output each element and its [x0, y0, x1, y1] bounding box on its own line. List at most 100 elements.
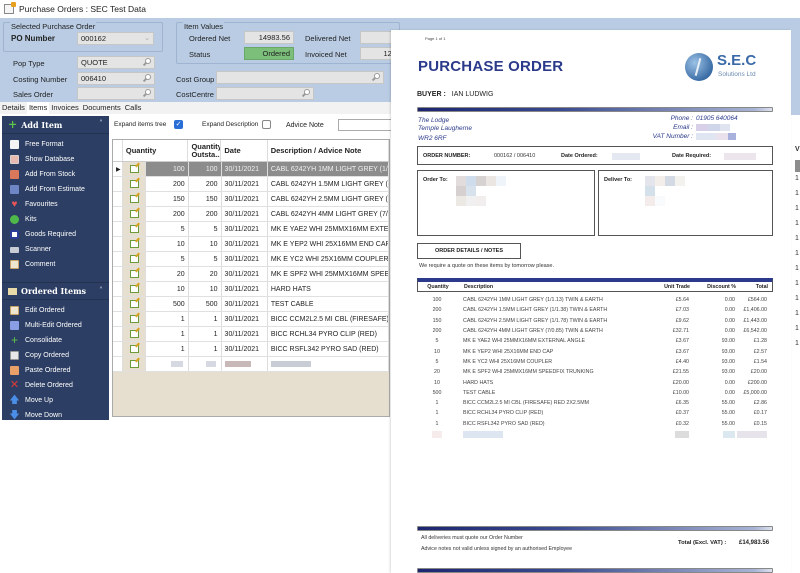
cell-outstanding[interactable] — [189, 357, 222, 371]
costing-number-field[interactable]: 006410 — [77, 72, 155, 85]
sidebar-item-goods-required[interactable]: Goods Required — [2, 227, 109, 242]
cell-description[interactable] — [268, 357, 389, 371]
sidebar-item-edit-ordered[interactable]: Edit Ordered — [2, 303, 109, 318]
edit-item-icon[interactable] — [129, 330, 139, 338]
edit-item-icon[interactable] — [129, 255, 139, 263]
cell-description[interactable]: MK E SPF2 WHI 25MMX16MM SPEEDF — [268, 267, 389, 281]
collapse-icon[interactable]: ˄ — [99, 286, 103, 295]
cell-outstanding[interactable]: 1 — [189, 327, 222, 341]
cell-quantity[interactable]: 1 — [146, 327, 189, 341]
cell-quantity[interactable]: 20 — [146, 267, 189, 281]
tree-node[interactable] — [122, 252, 147, 266]
cell-description[interactable]: MK E YC2 WHI 25X16MM COUPLER — [268, 252, 389, 266]
table-row[interactable]: 200 200 30/11/2021 CABL 6242YH 4MM LIGHT GR… — [113, 207, 389, 222]
column-header-description[interactable]: Description / Advice Note — [268, 140, 389, 161]
table-row[interactable]: 1 1 30/11/2021 BICC CCM2L2.5 MI CBL (FIRESA… — [113, 312, 389, 327]
edit-item-icon[interactable] — [129, 195, 139, 203]
sidebar-item-comment[interactable]: Comment — [2, 257, 109, 272]
cell-outstanding[interactable]: 100 — [189, 162, 222, 176]
tree-node[interactable] — [122, 357, 147, 371]
cell-date[interactable]: 30/11/2021 — [222, 267, 268, 281]
sidebar-item-kits[interactable]: Kits — [2, 212, 109, 227]
edit-item-icon[interactable] — [129, 315, 139, 323]
column-header-quantity[interactable]: Quantity — [123, 140, 189, 161]
cell-description[interactable]: MK E YEP2 WHI 25X16MM END CAP — [268, 237, 389, 251]
table-row[interactable]: 5 5 30/11/2021 MK E YC2 WHI 25X16MM COUPLER — [113, 252, 389, 267]
tab-details[interactable]: Details — [0, 102, 27, 114]
cell-date[interactable]: 30/11/2021 — [222, 252, 268, 266]
cell-outstanding[interactable]: 150 — [189, 192, 222, 206]
tree-node[interactable] — [122, 177, 147, 191]
sidebar-item-free-format[interactable]: Free Format — [2, 137, 109, 152]
table-row[interactable]: 1 1 30/11/2021 BICC RSFL342 PYRO SAD (RED) — [113, 342, 389, 357]
table-row[interactable]: 20 20 30/11/2021 MK E SPF2 WHI 25MMX16MM SP… — [113, 267, 389, 282]
table-row[interactable]: ▶ 100 100 30/11/2021 CABL 6242YH 1MM LIGHT G… — [113, 162, 389, 177]
search-icon[interactable] — [142, 74, 152, 83]
sidebar-item-move-down[interactable]: 🡇 Move Down — [2, 408, 109, 423]
cell-date[interactable] — [222, 357, 268, 371]
table-row[interactable]: 1 1 30/11/2021 BICC RCHL34 PYRO CLIP (RED) — [113, 327, 389, 342]
cell-outstanding[interactable]: 200 — [189, 177, 222, 191]
sales-order-field[interactable] — [77, 87, 155, 100]
edit-item-icon[interactable] — [129, 180, 139, 188]
cell-outstanding[interactable]: 5 — [189, 222, 222, 236]
cell-quantity[interactable]: 200 — [146, 177, 189, 191]
cost-centre-field[interactable] — [216, 87, 314, 100]
cell-quantity[interactable]: 10 — [146, 237, 189, 251]
table-row[interactable]: 500 500 30/11/2021 TEST CABLE — [113, 297, 389, 312]
cell-outstanding[interactable]: 20 — [189, 267, 222, 281]
edit-item-icon[interactable] — [129, 165, 139, 173]
cell-quantity[interactable]: 500 — [146, 297, 189, 311]
cell-outstanding[interactable]: 1 — [189, 312, 222, 326]
cell-description[interactable]: MK E YAE2 WHI 25MMX16MM EXTERN — [268, 222, 389, 236]
cell-quantity[interactable]: 1 — [146, 342, 189, 356]
cell-date[interactable]: 30/11/2021 — [222, 282, 268, 296]
sidebar-item-copy-ordered[interactable]: Copy Ordered — [2, 348, 109, 363]
cell-date[interactable]: 30/11/2021 — [222, 207, 268, 221]
sidebar-item-move-up[interactable]: 🡅 Move Up — [2, 393, 109, 408]
sidebar-item-paste-ordered[interactable]: Paste Ordered — [2, 363, 109, 378]
column-header-outstanding[interactable]: Quantity Outsta... — [188, 140, 222, 161]
cost-group-field[interactable] — [216, 71, 384, 84]
advice-note-input[interactable] — [338, 119, 398, 131]
sidebar-item-favourites[interactable]: ♥ Favourites — [2, 197, 109, 212]
search-icon[interactable] — [371, 73, 381, 82]
tree-node[interactable] — [122, 162, 147, 176]
tab-documents[interactable]: Documents — [81, 102, 123, 114]
cell-outstanding[interactable]: 5 — [189, 252, 222, 266]
cell-outstanding[interactable]: 10 — [189, 237, 222, 251]
cell-quantity[interactable]: 1 — [146, 312, 189, 326]
cell-description[interactable]: BICC RCHL34 PYRO CLIP (RED) — [268, 327, 389, 341]
cell-description[interactable]: CABL 6242YH 2.5MM LIGHT GREY (1/1 — [268, 192, 389, 206]
po-number-select[interactable]: 000162 ⌄ — [77, 32, 154, 45]
search-icon[interactable] — [142, 58, 152, 67]
tree-node[interactable] — [122, 267, 147, 281]
cell-date[interactable]: 30/11/2021 — [222, 312, 268, 326]
cell-quantity[interactable] — [146, 357, 189, 371]
cell-date[interactable]: 30/11/2021 — [222, 297, 268, 311]
cell-quantity[interactable]: 150 — [146, 192, 189, 206]
edit-item-icon[interactable] — [129, 210, 139, 218]
table-row[interactable]: 150 150 30/11/2021 CABL 6242YH 2.5MM LIGHT … — [113, 192, 389, 207]
tab-calls[interactable]: Calls — [123, 102, 144, 114]
ordered-items-section-header[interactable]: Ordered Items ˄ — [2, 282, 109, 300]
cell-date[interactable]: 30/11/2021 — [222, 177, 268, 191]
cell-quantity[interactable]: 10 — [146, 282, 189, 296]
cell-description[interactable]: CABL 6242YH 1MM LIGHT GREY (1/1.1 — [268, 162, 389, 176]
edit-item-icon[interactable] — [129, 270, 139, 278]
tab-items[interactable]: Items — [26, 102, 50, 114]
table-row[interactable]: 10 10 30/11/2021 HARD HATS — [113, 282, 389, 297]
tab-invoices[interactable]: Invoices — [49, 102, 81, 114]
tree-node[interactable] — [122, 282, 147, 296]
cell-date[interactable]: 30/11/2021 — [222, 192, 268, 206]
tree-node[interactable] — [122, 342, 147, 356]
sidebar-item-show-database[interactable]: Show Database — [2, 152, 109, 167]
table-row[interactable]: 5 5 30/11/2021 MK E YAE2 WHI 25MMX16MM EXTE… — [113, 222, 389, 237]
cell-description[interactable]: TEST CABLE — [268, 297, 389, 311]
cell-date[interactable]: 30/11/2021 — [222, 222, 268, 236]
table-row[interactable]: 200 200 30/11/2021 CABL 6242YH 1.5MM LIGHT … — [113, 177, 389, 192]
table-row[interactable]: 10 10 30/11/2021 MK E YEP2 WHI 25X16MM END … — [113, 237, 389, 252]
tree-node[interactable] — [122, 207, 147, 221]
expand-items-tree-checkbox[interactable]: ✓ — [174, 120, 183, 129]
edit-item-icon[interactable] — [129, 240, 139, 248]
